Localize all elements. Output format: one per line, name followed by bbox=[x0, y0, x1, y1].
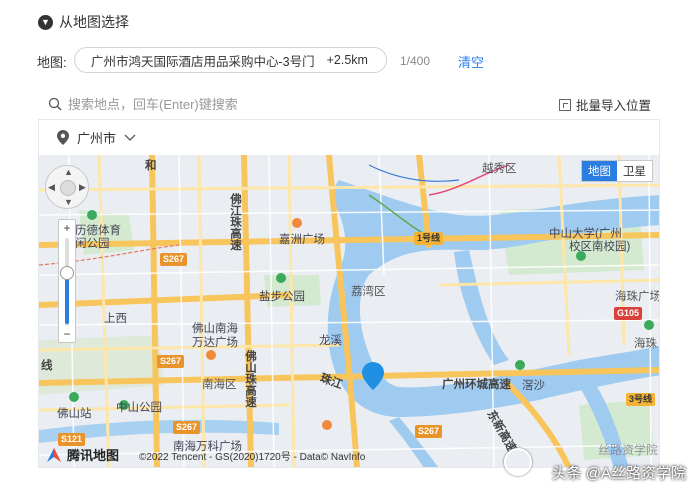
city-name: 广州市 bbox=[77, 131, 117, 146]
road-shield: S267 bbox=[160, 253, 188, 266]
map-label: 佛山站 bbox=[57, 408, 92, 420]
metro-line-label: 1号线 bbox=[414, 232, 444, 245]
map-label: 荔湾区 bbox=[351, 286, 386, 298]
map-label: 和 bbox=[145, 160, 157, 172]
zoom-control[interactable]: + − bbox=[58, 219, 76, 343]
park-poi-icon bbox=[515, 360, 525, 370]
road-shield: G105 bbox=[614, 307, 643, 320]
map-label: 广州环城高速 bbox=[442, 379, 511, 391]
map-base bbox=[39, 155, 659, 467]
map-label: 海珠 bbox=[634, 338, 657, 350]
address-label: 地图: bbox=[37, 55, 67, 70]
pan-center[interactable] bbox=[60, 180, 76, 196]
road-shield: S267 bbox=[415, 425, 443, 438]
pan-down-icon[interactable]: ▼ bbox=[64, 197, 73, 207]
chevron-down-icon[interactable]: ▼ bbox=[38, 14, 53, 30]
map-label: 南海区 bbox=[202, 379, 237, 391]
pan-left-icon[interactable]: ◀ bbox=[48, 182, 55, 193]
park-poi-icon bbox=[644, 320, 654, 330]
section-header[interactable]: ▼ 从地图选择 bbox=[38, 12, 129, 32]
map-label: 万达广场 bbox=[192, 337, 238, 349]
zoom-in-icon[interactable]: + bbox=[59, 221, 75, 235]
map-brand: 腾讯地图 bbox=[45, 445, 119, 464]
section-title: 从地图选择 bbox=[59, 14, 129, 30]
location-marker-icon bbox=[362, 362, 384, 390]
park-poi-icon bbox=[276, 273, 286, 283]
shopping-poi-icon bbox=[206, 350, 216, 360]
map-label: 越秀区 bbox=[482, 163, 517, 175]
park-poi-icon bbox=[87, 210, 97, 220]
pan-right-icon[interactable]: ▶ bbox=[79, 182, 86, 193]
watermark-faint-text: 丝路资学院 bbox=[598, 443, 659, 457]
address-value: 广州市鸿天国际酒店用品采购中心-3号门 bbox=[91, 54, 315, 69]
map-brand-name: 腾讯地图 bbox=[67, 448, 120, 463]
map-label: 龙溪 bbox=[319, 335, 342, 347]
park-poi-icon bbox=[69, 392, 79, 402]
search-bar[interactable]: 搜索地点，回车(Enter)键搜索 bbox=[48, 94, 238, 113]
map-type-toggle[interactable]: 地图 卫星 bbox=[581, 160, 653, 182]
map-label: 嘉洲广场 bbox=[279, 234, 325, 246]
map-label: 海珠广场 bbox=[615, 291, 660, 303]
pan-control[interactable]: ▲ ▼ ◀ ▶ bbox=[45, 165, 89, 209]
address-input[interactable]: 广州市鸿天国际酒店用品采购中心-3号门 +2.5km bbox=[74, 47, 387, 73]
map-type-option-satellite[interactable]: 卫星 bbox=[617, 161, 652, 181]
map-label: 上西 bbox=[104, 313, 127, 325]
map-type-option-map[interactable]: 地图 bbox=[582, 161, 617, 181]
pan-up-icon[interactable]: ▲ bbox=[64, 167, 73, 177]
road-shield: S267 bbox=[173, 421, 201, 434]
map-canvas[interactable]: 越秀区 嘉洲广场 荔湾区 盐步公园 龙溪 佛山南海 万达广场 南海区 中山公园 … bbox=[38, 155, 660, 468]
shopping-poi-icon bbox=[292, 218, 302, 228]
watermark-icon bbox=[504, 448, 532, 476]
distance-value: +2.5km bbox=[326, 53, 368, 67]
shopping-poi-icon bbox=[322, 420, 332, 430]
search-input[interactable]: 搜索地点，回车(Enter)键搜索 bbox=[68, 94, 238, 113]
map-label: 佛山珠高速 bbox=[244, 350, 256, 408]
city-selector[interactable]: 广州市 bbox=[38, 119, 660, 155]
map-copyright: ©2022 Tencent - GS(2020)1720号 - Data© Na… bbox=[139, 452, 366, 463]
watermark-text: 头条 @A丝路资学院 bbox=[551, 465, 686, 482]
batch-import-button[interactable]: 批量导入位置 bbox=[558, 95, 651, 114]
chevron-down-icon bbox=[124, 133, 136, 141]
metro-line-label: 3号线 bbox=[626, 393, 656, 406]
zoom-out-icon[interactable]: − bbox=[59, 327, 75, 341]
clear-button[interactable]: 清空 bbox=[458, 52, 484, 71]
tencent-map-logo-icon bbox=[47, 447, 61, 462]
map-label: 中山公园 bbox=[116, 402, 162, 414]
map-label: 滘沙 bbox=[522, 380, 545, 392]
batch-import-label: 批量导入位置 bbox=[575, 99, 651, 113]
zoom-slider-handle[interactable] bbox=[60, 266, 74, 280]
location-pin-icon bbox=[57, 130, 69, 145]
map-label: 闲公园 bbox=[75, 238, 110, 250]
map-label: 佛江珠高速 bbox=[229, 193, 241, 251]
map-label: 盐步公园 bbox=[259, 291, 305, 303]
char-count: 1/400 bbox=[400, 54, 431, 68]
road-shield: S267 bbox=[157, 355, 185, 368]
map-label: 校区南校园) bbox=[569, 241, 631, 253]
map-label: 线 bbox=[41, 360, 53, 372]
search-icon bbox=[48, 97, 62, 110]
import-icon bbox=[558, 98, 571, 111]
